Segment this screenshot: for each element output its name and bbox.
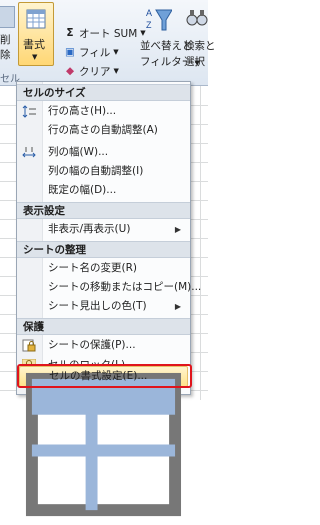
menu-item-label: シートの保護(P)... [48,339,136,351]
column-width-icon [22,147,36,158]
sort-filter-icon: A Z [146,8,172,31]
fill-label: フィル [79,46,111,59]
menu-item-protect-sheet[interactable]: シートの保護(P)... [17,336,190,355]
submenu-arrow-icon: ▶ [174,225,181,234]
format-button[interactable]: 書式 ▼ [18,2,54,66]
menu-item-label: シートの移動またはコピー(M)... [48,281,202,293]
menu-item-label: 行の高さの自動調整(A) [48,124,158,136]
delete-button-partial[interactable]: 削除 [0,32,16,62]
sort-filter-button[interactable]: A Z 並べ替えと フィルター ▼ [140,4,200,70]
format-dropdown-menu: セルのサイズ 行の高さ(H)... 行の高さの自動調整(A) 列の幅(W)...… [16,81,201,517]
find-select-label-1: 検索と [184,40,216,52]
format-icon [26,9,46,29]
format-button-label: 書式 [23,38,45,51]
fill-button[interactable]: ▣ フィル ▼ [64,43,119,61]
menu-item-autofit-row-height[interactable]: 行の高さの自動調整(A) [17,121,190,140]
row-height-icon [22,105,36,118]
svg-text:A: A [146,8,152,18]
section-header-protection: 保護 [17,318,190,335]
menu-item-default-width[interactable]: 既定の幅(D)... [17,181,190,200]
autosum-button[interactable]: Σ オート SUM ▼ [64,24,145,42]
chevron-down-icon: ▼ [113,67,119,75]
binoculars-icon [186,10,208,26]
format-cells-icon [25,372,182,517]
clear-button[interactable]: ◆ クリア ▼ [64,62,119,80]
find-select-label-2: 選択 [184,56,205,68]
menu-item-row-height[interactable]: 行の高さ(H)... [17,102,190,121]
menu-item-label: 列の幅の自動調整(I) [48,165,144,177]
menu-item-autofit-column-width[interactable]: 列の幅の自動調整(I) [17,162,190,181]
ribbon: 削除 セル 書式 ▼ Σ オート SUM ▼ ▣ フィル ▼ ◆ クリア ▼ A… [0,0,216,86]
fill-icon: ▣ [65,46,75,58]
sigma-icon: Σ [66,27,74,39]
menu-item-tab-color[interactable]: シート見出しの色(T) ▶ [17,297,190,316]
chevron-down-icon: ▼ [113,48,119,56]
section-header-visibility: 表示設定 [17,202,190,219]
eraser-icon: ◆ [65,65,75,77]
find-select-button[interactable]: 検索と 選択 [184,4,216,70]
menu-item-label: 非表示/再表示(U) [48,223,131,235]
menu-item-label: シート名の変更(R) [48,262,137,274]
clear-label: クリア [79,65,111,78]
menu-item-label: 列の幅(W)... [48,146,109,158]
autosum-label: オート SUM [79,27,138,40]
section-header-cell-size: セルのサイズ [17,84,190,101]
highlight-callout-box [17,364,192,388]
menu-item-rename-sheet[interactable]: シート名の変更(R) [17,259,190,278]
menu-item-hide-unhide[interactable]: 非表示/再表示(U) ▶ [17,220,190,239]
svg-text:Z: Z [146,20,152,30]
menu-item-move-copy-sheet[interactable]: シートの移動またはコピー(M)... [17,278,201,297]
menu-item-label: 行の高さ(H)... [48,105,117,117]
protect-sheet-icon [22,339,36,352]
delete-icon[interactable] [0,6,15,28]
menu-item-column-width[interactable]: 列の幅(W)... [17,143,190,162]
submenu-arrow-icon: ▶ [174,302,181,311]
menu-item-label: 既定の幅(D)... [48,184,117,196]
chevron-down-icon: ▼ [32,53,38,61]
grid-line [200,86,201,400]
section-header-organize-sheets: シートの整理 [17,241,190,258]
menu-item-label: シート見出しの色(T) [48,300,147,312]
